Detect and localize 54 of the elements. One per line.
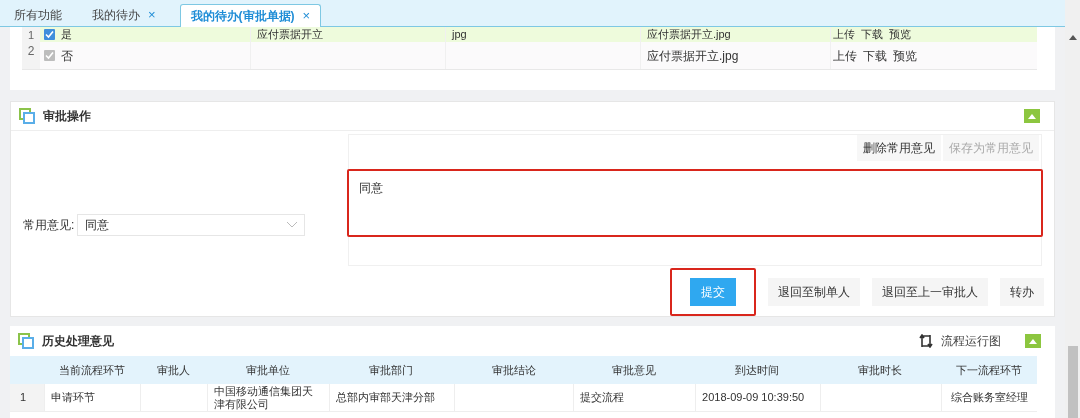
action-link[interactable]: 预览 [889, 27, 911, 42]
field-label: 常用意见: [23, 217, 75, 234]
panel-icon [18, 333, 34, 349]
chevron-down-icon [287, 222, 298, 228]
action-button[interactable]: 退回至制单人 [768, 278, 860, 306]
table-cell: 是 [61, 27, 72, 42]
column-header: 审批人 [156, 362, 191, 378]
panel-title: 历史处理意见 [42, 333, 114, 350]
column-header: 当前流程环节 [57, 362, 126, 378]
flow-icon [919, 334, 933, 348]
table-cell: jpg [452, 27, 467, 42]
triangle-up-icon [1029, 338, 1037, 344]
collapse-button[interactable] [1024, 109, 1040, 123]
action-button[interactable]: 退回至上一审批人 [872, 278, 988, 306]
tab[interactable]: 我的待办 × [86, 3, 162, 26]
panel-icon [19, 108, 35, 124]
scroll-up-icon[interactable] [1068, 35, 1077, 40]
column-header: 审批时长 [857, 362, 904, 378]
table-row[interactable]: 1 是 应付票据开立 jpg 应付票据开立.jpg 上传 下载 预览 [22, 27, 1037, 42]
row-number: 2 [22, 42, 40, 69]
common-opinion-select[interactable]: 同意 [77, 214, 306, 236]
table-cell: 申请环节 [50, 391, 95, 404]
action-link[interactable]: 下载 [861, 27, 883, 42]
action-link[interactable]: 上传 [833, 27, 855, 42]
checkbox[interactable] [44, 29, 55, 40]
table-cell-text: 中国移动通信集团天津有限公司 [214, 384, 315, 411]
table-cell: 综合账务室经理 [951, 391, 1029, 404]
scrollbar-thumb[interactable] [1067, 346, 1078, 418]
opinion-button[interactable]: 删除常用意见 [857, 135, 941, 161]
column-header: 审批意见 [611, 362, 658, 378]
column-header: 审批部门 [368, 362, 415, 378]
table-cell-text: 否 [61, 47, 73, 65]
table-cell: 2018-09-09 10:39:50 [702, 391, 805, 404]
column-header: 到达时间 [734, 362, 781, 378]
opinion-textarea[interactable]: 同意 [347, 169, 1043, 237]
column-header: 审批结论 [490, 362, 537, 378]
table-cell: 总部内审部天津分部 [336, 391, 436, 404]
flow-chart-link[interactable]: 流程运行图 [941, 332, 1001, 350]
tab[interactable]: 所有功能 [8, 3, 68, 26]
table-cell: 提交流程 [580, 391, 625, 404]
column-header: 审批单位 [245, 362, 292, 378]
row-number: 1 [22, 27, 40, 42]
row-number: 1 [10, 384, 44, 411]
panel-title: 审批操作 [43, 108, 91, 125]
table-cell: 应付票据开立.jpg [647, 27, 731, 42]
close-icon[interactable]: × [302, 6, 311, 26]
collapse-button[interactable] [1025, 334, 1041, 348]
opinion-button: 保存为常用意见 [943, 135, 1039, 161]
action-button[interactable]: 转办 [1000, 278, 1044, 306]
column-header: 下一流程环节 [955, 362, 1024, 378]
table-cell: 应付票据开立 [257, 27, 323, 42]
table-cell-text: 应付票据开立.jpg [647, 47, 739, 65]
tab[interactable]: 我的待办(审批单据) × [179, 4, 322, 27]
triangle-up-icon [1028, 113, 1036, 119]
